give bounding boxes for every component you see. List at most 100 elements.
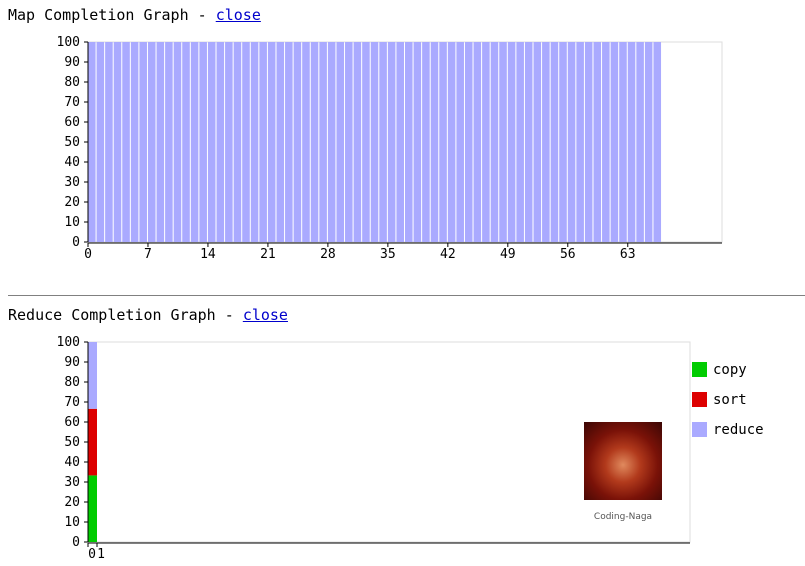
map-x-tick-label: 63: [620, 247, 636, 262]
map-bar: [413, 42, 422, 242]
map-bar: [576, 42, 584, 242]
map-bar: [490, 42, 499, 242]
reduce-x-tick-label: 0: [88, 547, 96, 562]
map-y-tick-label: 90: [64, 55, 80, 70]
map-bar: [276, 42, 285, 242]
map-bar: [233, 42, 242, 242]
map-x-tick-label: 56: [560, 247, 576, 262]
map-bar: [225, 42, 233, 242]
map-bar: [430, 42, 439, 242]
map-bar: [336, 42, 345, 242]
map-bar: [473, 42, 482, 242]
reduce-y-tick-label: 70: [64, 395, 80, 410]
map-bar: [396, 42, 404, 242]
map-x-tick-label: 49: [500, 247, 516, 262]
map-x-tick-label: 14: [200, 247, 216, 262]
reduce-bar-copy: [88, 475, 97, 542]
map-y-tick-label: 10: [64, 215, 80, 230]
map-bar: [130, 42, 139, 242]
map-bar: [644, 42, 653, 242]
map-bar: [242, 42, 250, 242]
map-x-tick-label: 35: [380, 247, 396, 262]
map-bar: [387, 42, 396, 242]
map-bar: [285, 42, 293, 242]
map-bar: [567, 42, 576, 242]
map-bar: [310, 42, 319, 242]
reduce-y-tick-label: 0: [72, 535, 80, 550]
reduce-bar-reduce: [88, 342, 97, 409]
map-bar: [362, 42, 370, 242]
map-bar: [216, 42, 225, 242]
map-bar: [207, 42, 216, 242]
map-bar: [190, 42, 199, 242]
map-y-tick-label: 40: [64, 155, 80, 170]
map-y-tick-label: 0: [72, 235, 80, 250]
map-graph-title-text: Map Completion Graph -: [8, 6, 216, 24]
map-bar: [627, 42, 636, 242]
reduce-y-tick-label: 30: [64, 475, 80, 490]
map-bar: [439, 42, 447, 242]
map-bar: [139, 42, 147, 242]
map-bar: [259, 42, 267, 242]
map-bar: [370, 42, 379, 242]
map-bar: [96, 42, 105, 242]
map-bar: [602, 42, 610, 242]
map-x-tick-label: 0: [84, 247, 92, 262]
map-bar: [353, 42, 362, 242]
map-bar: [345, 42, 353, 242]
reduce-y-tick-label: 60: [64, 415, 80, 430]
reduce-y-tick-label: 40: [64, 455, 80, 470]
map-bar: [516, 42, 524, 242]
map-bar: [482, 42, 490, 242]
reduce-y-tick-label: 100: [57, 335, 80, 350]
map-bar: [524, 42, 533, 242]
map-bar: [327, 42, 336, 242]
map-bar: [199, 42, 207, 242]
map-x-tick-label: 21: [260, 247, 276, 262]
map-x-tick-label: 7: [144, 247, 152, 262]
map-completion-chart: 0 10 20 30 40 50 60 70 80 90 100 0 7 14 21 28 35 42 49 56 63: [57, 35, 723, 262]
map-y-tick-label: 60: [64, 115, 80, 130]
map-bar: [593, 42, 602, 242]
reduce-graph-close-link[interactable]: close: [243, 306, 288, 324]
map-bar: [379, 42, 387, 242]
map-bar: [405, 42, 413, 242]
map-bar: [182, 42, 190, 242]
map-bar: [456, 42, 464, 242]
watermark-label: Coding-Naga: [593, 512, 653, 522]
map-bar: [147, 42, 156, 242]
legend-swatch-reduce: [692, 422, 707, 437]
map-graph-title: Map Completion Graph - close: [8, 6, 261, 24]
reduce-y-tick-label: 50: [64, 435, 80, 450]
legend-swatch-sort: [692, 392, 707, 407]
map-bar: [584, 42, 593, 242]
map-bar: [156, 42, 165, 242]
reduce-y-tick-label: 90: [64, 355, 80, 370]
legend-swatch-copy: [692, 362, 707, 377]
map-bar: [422, 42, 430, 242]
map-graph-close-link[interactable]: close: [216, 6, 261, 24]
legend-label-copy: copy: [713, 362, 747, 378]
watermark-avatar-icon: [584, 422, 662, 500]
map-bar: [653, 42, 662, 242]
map-y-tick-label: 20: [64, 195, 80, 210]
map-bar: [293, 42, 302, 242]
map-bar: [250, 42, 259, 242]
map-bar: [122, 42, 130, 242]
map-x-tick-label: 42: [440, 247, 456, 262]
map-x-tick-label: 28: [320, 247, 336, 262]
map-bar: [464, 42, 473, 242]
reduce-y-tick-label: 10: [64, 515, 80, 530]
map-bar: [636, 42, 644, 242]
reduce-x-tick-label: 1: [97, 547, 105, 562]
map-bar: [173, 42, 182, 242]
map-bar: [267, 42, 276, 242]
map-bar: [302, 42, 310, 242]
watermark: Coding-Naga: [582, 422, 664, 522]
map-bar: [113, 42, 122, 242]
legend-label-reduce: reduce: [713, 422, 764, 438]
map-y-tick-label: 50: [64, 135, 80, 150]
map-bar: [499, 42, 507, 242]
map-bar: [319, 42, 327, 242]
map-y-tick-label: 70: [64, 95, 80, 110]
